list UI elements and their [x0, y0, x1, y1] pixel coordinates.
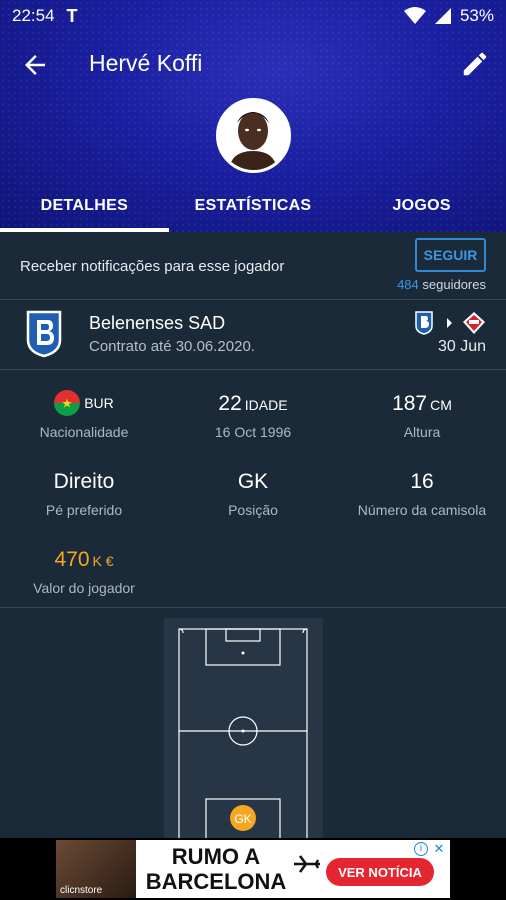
nationality-code: BUR — [84, 395, 114, 411]
market-value-cell: 470 K € Valor do jogador — [0, 548, 168, 596]
from-club-icon — [415, 311, 433, 335]
gk-marker-label: GK — [234, 812, 251, 826]
signal-icon — [434, 8, 451, 24]
follow-section: Receber notificações para esse jogador S… — [0, 232, 506, 300]
back-arrow-icon[interactable] — [20, 50, 50, 80]
height-unit: CM — [430, 397, 452, 413]
foot-label: Pé preferido — [45, 502, 123, 518]
edit-pencil-icon[interactable] — [460, 49, 490, 79]
battery-percent: 53% — [459, 6, 494, 25]
wifi-icon — [403, 7, 426, 24]
position-label: Posição — [228, 502, 278, 518]
tab-bar: DETALHES ESTATÍSTICAS JOGOS — [0, 180, 506, 232]
position-cell: GK Posição — [169, 470, 337, 518]
tab-details[interactable]: DETALHES — [0, 180, 169, 232]
tab-details-label: DETALHES — [40, 197, 129, 214]
ad-close-icon[interactable]: ✕ — [432, 842, 446, 856]
player-photo — [219, 101, 288, 170]
age-unit: IDADE — [244, 397, 288, 413]
shirt-cell: 16 Número da camisola — [338, 470, 506, 518]
contract-text: Contrato até 30.06.2020. — [89, 338, 255, 355]
tab-statistics[interactable]: ESTATÍSTICAS — [169, 180, 338, 232]
ad-headline-line1: RUMO A — [171, 844, 261, 869]
club-name: Belenenses SAD — [89, 313, 226, 333]
status-time: 22:54 — [12, 6, 55, 25]
age-value: 22 — [218, 392, 242, 415]
airplane-icon — [294, 855, 320, 873]
player-stats-grid: BUR Nacionalidade 22 IDADE 16 Oct 1996 18… — [0, 370, 506, 608]
foot-value: Direito — [53, 470, 115, 493]
followers-number: 484 — [397, 277, 419, 292]
football-pitch-diagram: GK — [178, 628, 308, 838]
arrow-right-icon — [447, 318, 452, 328]
app-bar: Hervé Koffi — [0, 42, 506, 86]
lille-logo-icon — [463, 312, 485, 334]
tab-statistics-label: ESTATÍSTICAS — [194, 197, 312, 214]
nationality-label: Nacionalidade — [39, 424, 129, 440]
tab-matches[interactable]: JOGOS — [337, 180, 506, 232]
follow-button[interactable]: SEGUIR — [415, 238, 486, 272]
burkina-faso-flag-icon — [54, 390, 81, 416]
market-value-label: Valor do jogador — [33, 580, 135, 596]
birth-date: 16 Oct 1996 — [214, 424, 292, 440]
carrier-icon: T — [66, 5, 78, 26]
status-right: 53% — [403, 6, 494, 26]
ad-source-left: clicnstore — [60, 885, 103, 896]
status-bar: 22:54 T 53% — [0, 0, 506, 32]
age-cell: 22 IDADE 16 Oct 1996 — [169, 392, 337, 440]
transfer-indicator — [415, 311, 485, 335]
position-pitch: GK — [164, 618, 323, 838]
position-value: GK — [237, 470, 269, 493]
market-value: 470 — [54, 548, 90, 571]
player-header: 22:54 T 53% Hervé Koffi DETALHES ESTATÍS… — [0, 0, 506, 232]
followers-count: 484 seguidores — [397, 277, 486, 292]
shirt-number-value: 16 — [410, 470, 434, 493]
nationality-cell: BUR Nacionalidade — [0, 390, 168, 440]
belenenses-logo-icon — [26, 310, 62, 358]
ad-banner[interactable]: clicnstore RUMO A BARCELONA VER NOTÍCIA … — [0, 838, 506, 900]
height-cell: 187 CM Altura — [338, 392, 506, 440]
ad-source-right: ©AFP — [419, 885, 446, 896]
nationality-value: BUR — [0, 390, 168, 416]
club-section[interactable]: Belenenses SAD Contrato até 30.06.2020. … — [0, 300, 506, 370]
player-name-title: Hervé Koffi — [89, 50, 203, 76]
transfer-date: 30 Jun — [437, 338, 486, 355]
ad-headline-line2: BARCELONA — [145, 869, 287, 894]
ad-headline: RUMO A BARCELONA — [136, 844, 296, 894]
notification-label: Receber notificações para esse jogador — [20, 258, 285, 275]
followers-label: seguidores — [422, 277, 486, 292]
foot-cell: Direito Pé preferido — [0, 470, 168, 518]
market-unit: K € — [92, 553, 114, 569]
ad-cta-button[interactable]: VER NOTÍCIA — [326, 858, 434, 886]
ad-content[interactable]: clicnstore RUMO A BARCELONA VER NOTÍCIA … — [56, 840, 450, 898]
height-value: 187 — [392, 392, 428, 415]
ad-info-icon[interactable]: i — [414, 842, 428, 856]
tab-matches-label: JOGOS — [392, 197, 451, 214]
shirt-number-label: Número da camisola — [357, 502, 487, 518]
height-label: Altura — [403, 424, 441, 440]
player-avatar — [216, 98, 291, 173]
